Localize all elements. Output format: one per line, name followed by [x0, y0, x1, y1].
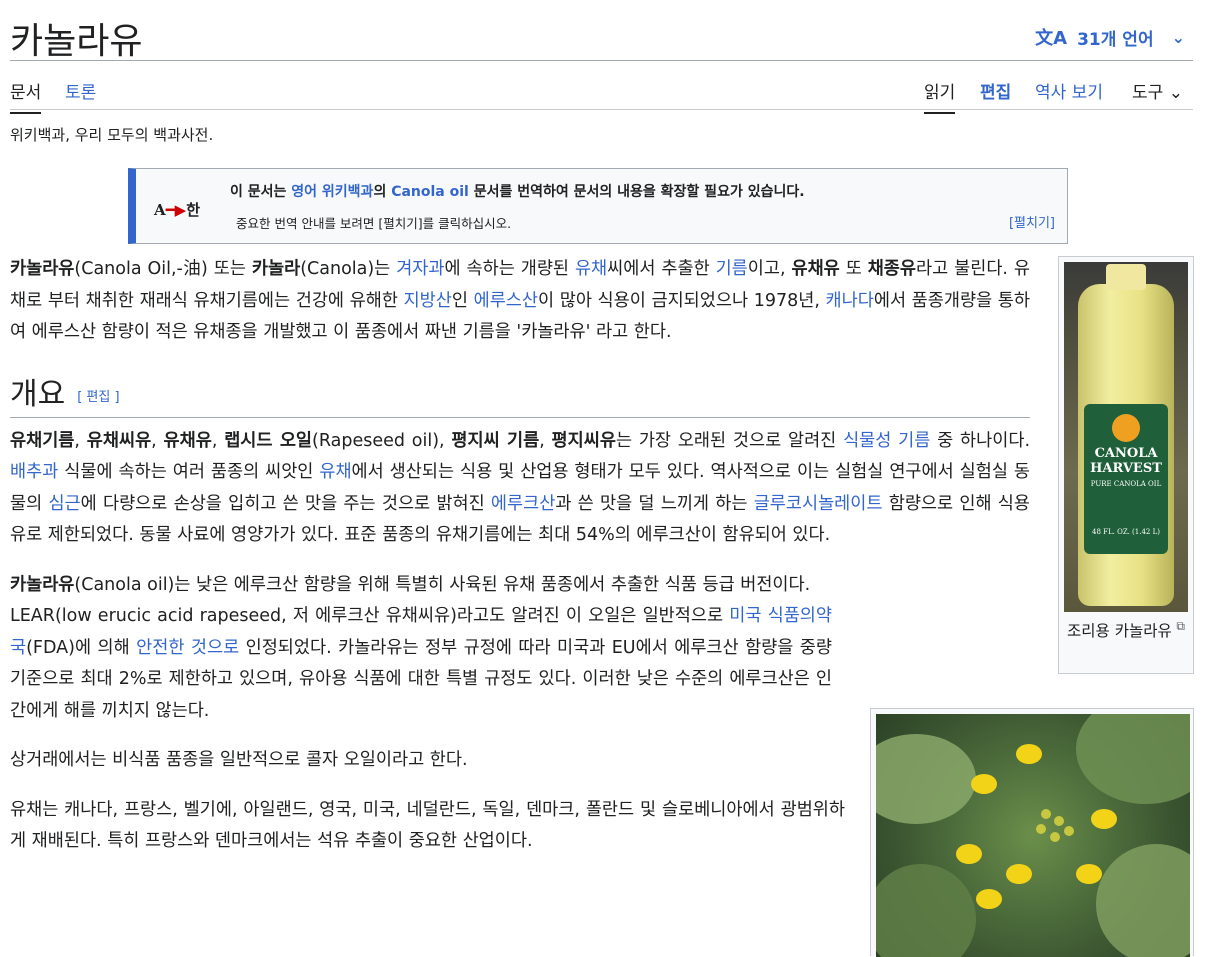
brand-line-1: CANOLA — [1094, 446, 1158, 461]
overview-paragraph-2b: LEAR(low erucic acid rapeseed, 저 에루크산 유채… — [10, 606, 832, 721]
flower-petal — [1016, 744, 1042, 764]
overview-paragraph-4: 유채는 캐나다, 프랑스, 벨기에, 아일랜드, 영국, 미국, 네덜란드, 독… — [10, 799, 845, 852]
enlarge-icon[interactable]: ⧉ — [1176, 619, 1185, 634]
brand-sub: PURE CANOLA OIL — [1090, 480, 1162, 488]
rapeseed-flower-image[interactable] — [876, 714, 1190, 957]
notice-message: 이 문서는 영어 위키백과의 Canola oil 문서를 번역하여 문서의 내… — [230, 184, 805, 200]
title-divider — [10, 60, 1193, 61]
link-oil[interactable]: 기름 — [716, 259, 748, 279]
figure-caption: 조리용 카놀라유 — [1067, 622, 1172, 640]
leaf-shape — [876, 864, 976, 957]
link-brassicaceae[interactable]: 배추과 — [10, 462, 58, 482]
page-tabs: 문서 토론 읽기 편집 역사 보기 도구 ⌄ — [10, 68, 1193, 114]
figure-rapeseed-flower — [870, 708, 1194, 957]
language-button[interactable]: 文A 31개 언어 ⌄ — [1035, 24, 1185, 50]
overview-paragraph-3: 상거래에서는 비식품 품종을 일반적으로 콜자 오일이라고 한다. — [10, 750, 468, 770]
tools-label: 도구 — [1132, 83, 1164, 103]
tab-edit[interactable]: 편집 — [980, 78, 1011, 112]
leaf-shape — [1076, 714, 1190, 804]
flower-bud — [1064, 826, 1074, 836]
translate-notice-icon: A━▶한 — [154, 201, 201, 219]
english-wiki-link[interactable]: 영어 위키백과 — [291, 184, 373, 200]
flower-petal — [971, 774, 997, 794]
sun-logo-icon — [1112, 414, 1140, 442]
intro-paragraph: 카놀라유(Canola Oil,-油) 또는 카놀라(Canola)는 겨자과에… — [10, 259, 1030, 342]
flower-bud — [1054, 816, 1064, 826]
flower-bud — [1050, 832, 1060, 842]
expand-button[interactable]: [펼치기] — [1009, 212, 1055, 231]
tab-talk[interactable]: 토론 — [65, 78, 96, 112]
figure-canola-bottle: CANOLA HARVEST PURE CANOLA OIL 48 FL. OZ… — [1058, 256, 1194, 674]
chevron-down-icon: ⌄ — [1171, 27, 1185, 47]
link-canada[interactable]: 캐나다 — [826, 291, 874, 311]
canola-bottle-image[interactable]: CANOLA HARVEST PURE CANOLA OIL 48 FL. OZ… — [1064, 262, 1188, 612]
leaf-shape — [876, 734, 976, 824]
overview-paragraph-1: 유채기름, 유채씨유, 유채유, 랩시드 오일(Rapeseed oil), 평… — [10, 430, 1031, 546]
notice-guide: 중요한 번역 안내를 보려면 [펼치기]를 클릭하십시오. — [236, 216, 512, 231]
flower-bud — [1036, 824, 1046, 834]
bottle-label: CANOLA HARVEST PURE CANOLA OIL 48 FL. OZ… — [1084, 404, 1168, 554]
flower-petal — [1091, 809, 1117, 829]
link-gras[interactable]: 안전한 것으로 — [136, 638, 239, 658]
link-fatty-acid[interactable]: 지방산 — [404, 291, 452, 311]
leaf-shape — [1096, 844, 1190, 957]
tab-history[interactable]: 역사 보기 — [1035, 78, 1103, 112]
flower-petal — [1006, 864, 1032, 884]
translation-notice: A━▶한 이 문서는 영어 위키백과의 Canola oil 문서를 번역하여 … — [128, 168, 1068, 244]
tab-tools[interactable]: 도구 ⌄ — [1132, 78, 1183, 112]
section-edit-link[interactable]: [ 편집 ] — [77, 390, 119, 405]
chevron-down-icon: ⌄ — [1168, 83, 1183, 103]
flower-petal — [956, 844, 982, 864]
link-erucic-acid-2[interactable]: 에루크산 — [491, 494, 555, 514]
link-glucosinolate[interactable]: 글루코시놀레이트 — [754, 494, 883, 514]
bottle-cap — [1106, 264, 1146, 290]
flower-petal — [1076, 864, 1102, 884]
tabs-divider — [10, 109, 1193, 110]
flower-bud — [1041, 809, 1051, 819]
link-myocardium[interactable]: 심근 — [48, 494, 80, 514]
overview-paragraph-2: 카놀라유(Canola oil)는 낮은 에루크산 함량을 위해 특별히 사육된… — [10, 574, 811, 595]
link-rapeseed[interactable]: 유채 — [575, 259, 607, 279]
bottle-size: 48 FL. OZ. (1.42 L) — [1092, 528, 1160, 536]
bottle-shape: CANOLA HARVEST PURE CANOLA OIL 48 FL. OZ… — [1078, 264, 1174, 606]
link-mustard[interactable]: 겨자과 — [396, 259, 444, 279]
section-heading-overview: 개요[ 편집 ] — [10, 369, 1030, 418]
translate-icon: 文A — [1035, 28, 1068, 49]
flower-petal — [976, 889, 1002, 909]
link-rapeseed-2[interactable]: 유채 — [319, 462, 351, 482]
site-tagline: 위키백과, 우리 모두의 백과사전. — [10, 126, 214, 144]
link-vegetable-oil[interactable]: 식물성 기름 — [843, 431, 930, 451]
brand-line-2: HARVEST — [1090, 461, 1162, 476]
language-count: 31개 언어 — [1077, 29, 1154, 50]
link-erucic-acid[interactable]: 에루스산 — [474, 291, 538, 311]
canola-oil-link[interactable]: Canola oil — [391, 184, 469, 200]
page-title: 카놀라유 — [10, 21, 143, 62]
